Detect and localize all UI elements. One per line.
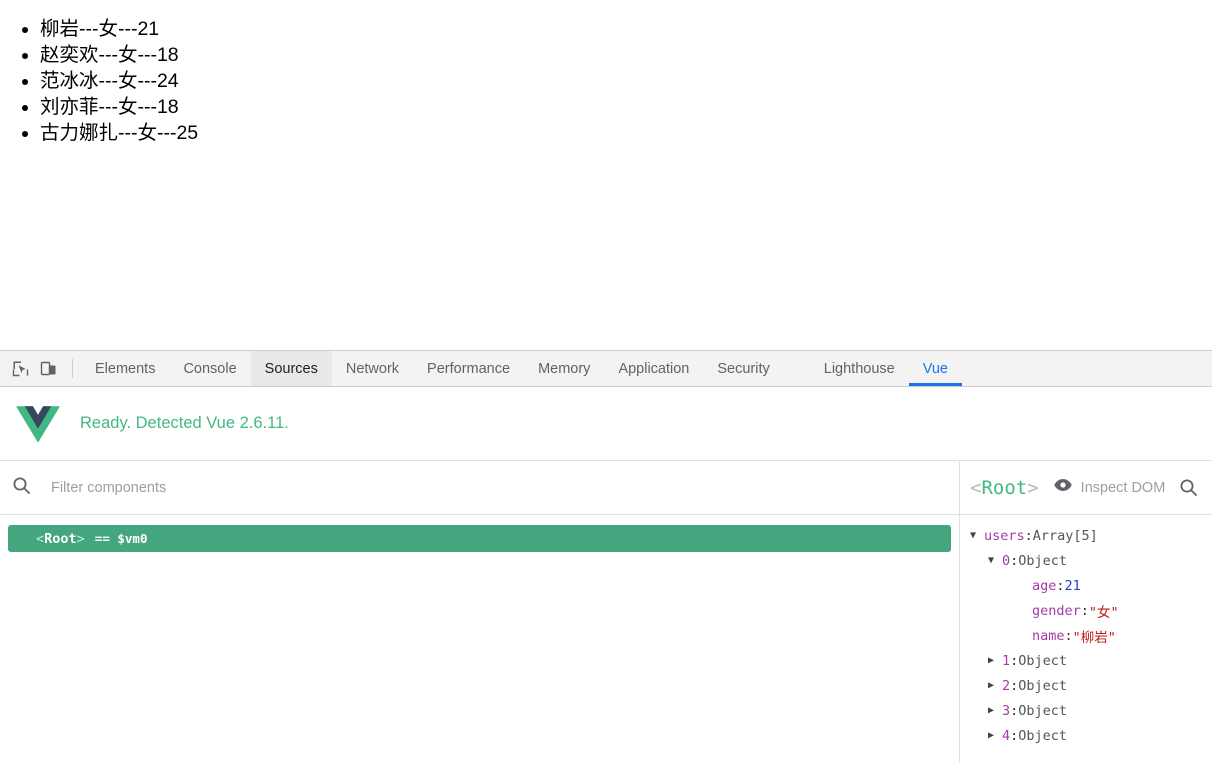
state-tree-row[interactable]: ▼ 0: Object [960,548,1212,573]
vue-status-text: Ready. Detected Vue 2.6.11. [80,414,289,432]
angle-close: > [76,530,85,547]
state-key: 1 [1002,652,1011,669]
state-colon: : [1064,627,1073,644]
state-tree-row: ▶gender: "女" [960,598,1212,623]
angle-close: > [1027,476,1039,499]
component-name: Root [981,476,1028,499]
state-value: Array[5] [1032,527,1098,544]
inspector-search-icon[interactable] [1179,478,1198,497]
tab-sources[interactable]: Sources [250,351,332,386]
state-key: age [1032,577,1057,594]
tab-elements[interactable]: Elements [81,351,169,386]
state-value: Object [1018,652,1068,669]
tab-application[interactable]: Application [604,351,703,386]
tree-spacer: ▶ [1018,605,1032,616]
state-tree-row[interactable]: ▼ users: Array[5] [960,523,1212,548]
triangle-right-icon[interactable]: ▶ [988,730,1002,741]
user-list-item: 刘亦菲---女---18 [40,94,1212,120]
tree-spacer: ▶ [1018,580,1032,591]
user-list-item: 柳岩---女---21 [40,16,1212,42]
tab-group-gap [784,351,810,386]
inspect-dom-label: Inspect DOM [1080,479,1166,496]
state-colon: : [1010,652,1019,669]
state-colon: : [1056,577,1065,594]
user-list-item: 赵奕欢---女---18 [40,42,1212,68]
angle-open: < [36,530,45,547]
inspect-element-icon[interactable] [6,351,34,386]
state-tree-row[interactable]: ▶ 3: Object [960,698,1212,723]
state-value: Object [1018,677,1068,694]
inspect-dom-button[interactable]: Inspect DOM [1053,478,1166,497]
vm-reference-label: == $vm0 [94,531,148,546]
user-list-item: 范冰冰---女---24 [40,68,1212,94]
user-list: 柳岩---女---21赵奕欢---女---18范冰冰---女---24刘亦菲--… [0,16,1212,146]
state-key: 4 [1002,727,1011,744]
components-pane: <Root> == $vm0 [0,461,960,763]
user-list-item: 古力娜扎---女---25 [40,120,1212,146]
state-key: 0 [1002,552,1011,569]
state-value: Object [1018,702,1068,719]
browser-page-viewport: 柳岩---女---21赵奕欢---女---18范冰冰---女---24刘亦菲--… [0,0,1212,350]
component-state-tree: ▼users: Array[5]▼0: Object▶age: 21▶gende… [960,515,1212,763]
inspected-component-title: <Root> [970,477,1039,499]
device-toolbar-icon[interactable] [34,351,62,386]
state-key: users [984,527,1025,544]
state-tree-row[interactable]: ▶ 1: Object [960,648,1212,673]
triangle-right-icon[interactable]: ▶ [988,680,1002,691]
devtools-extension-tabs: Lighthouse Vue [810,351,963,386]
tab-lighthouse[interactable]: Lighthouse [810,351,909,386]
component-tree: < Root > == $vm0 [0,515,959,763]
triangle-down-icon[interactable]: ▼ [970,530,984,541]
state-key: 2 [1002,677,1011,694]
state-colon: : [1010,677,1019,694]
state-value: 21 [1064,577,1081,594]
tab-performance[interactable]: Performance [413,351,524,386]
toolbar-divider [72,359,73,378]
devtools-panel: Elements Console Sources Network Performance… [0,350,1212,763]
tab-console[interactable]: Console [169,351,250,386]
vue-status-banner: Ready. Detected Vue 2.6.11. [0,387,1212,461]
state-key: name [1032,627,1065,644]
state-tree-row[interactable]: ▶ 4: Object [960,723,1212,748]
tab-security[interactable]: Security [703,351,783,386]
state-value: "柳岩" [1072,629,1116,646]
tab-memory[interactable]: Memory [524,351,604,386]
inspector-header: <Root> Inspect DOM [960,461,1212,515]
state-colon: : [1010,727,1019,744]
state-value: Object [1018,552,1068,569]
angle-open: < [970,476,982,499]
state-key: gender [1032,602,1081,619]
component-filter-bar [0,461,959,515]
devtools-tabbar: Elements Console Sources Network Performance… [0,351,1212,387]
tree-spacer: ▶ [1018,630,1032,641]
component-row-root[interactable]: < Root > == $vm0 [8,525,951,552]
component-name: Root [44,530,77,547]
search-icon [12,476,31,500]
tab-vue[interactable]: Vue [908,351,963,386]
state-colon: : [1080,602,1089,619]
state-tree-row[interactable]: ▶ 2: Object [960,673,1212,698]
devtools-body: <Root>== $vm0 <Root> Inspect DOM [0,461,1212,763]
triangle-right-icon[interactable]: ▶ [988,705,1002,716]
tab-network[interactable]: Network [332,351,413,386]
devtools-main-tabs: Elements Console Sources Network Performance… [81,351,784,386]
inspector-pane: <Root> Inspect DOM ▼ users: Array[5] ▼ … [960,461,1212,763]
vue-logo-icon [16,405,60,443]
state-tree-row: ▶name: "柳岩" [960,623,1212,648]
triangle-right-icon[interactable]: ▶ [988,655,1002,666]
filter-components-input[interactable] [49,478,453,497]
state-colon: : [1010,702,1019,719]
state-value: "女" [1088,604,1119,621]
eye-icon [1053,478,1073,497]
state-tree-row: ▶age: 21 [960,573,1212,598]
state-value: Object [1018,727,1068,744]
state-colon: : [1010,552,1019,569]
triangle-down-icon[interactable]: ▼ [988,555,1002,566]
state-key: 3 [1002,702,1011,719]
state-colon: : [1024,527,1033,544]
